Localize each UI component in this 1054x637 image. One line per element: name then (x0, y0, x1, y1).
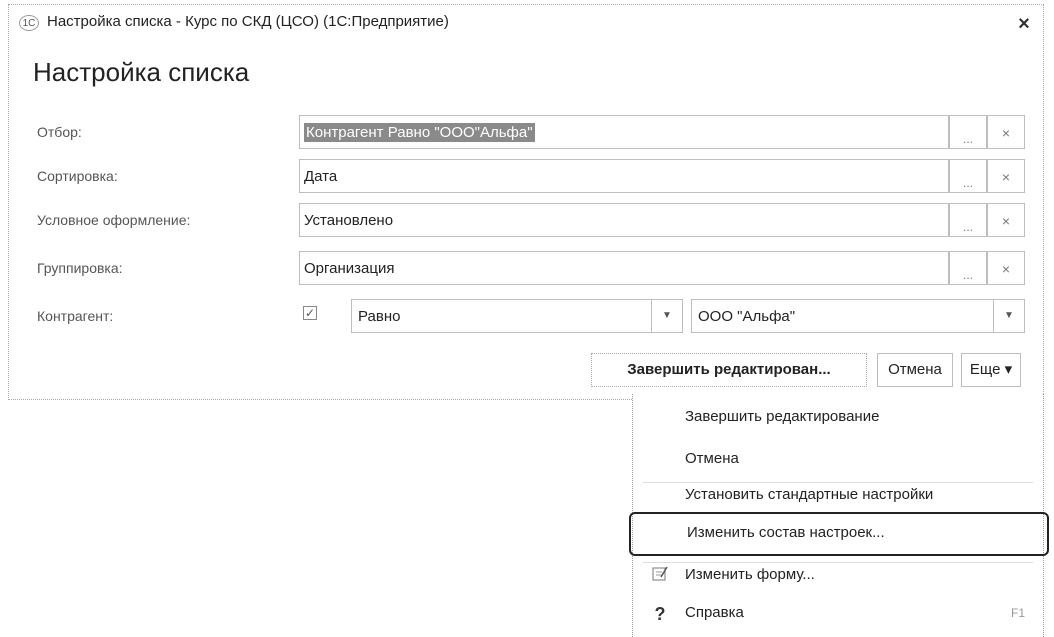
conditional-format-label: Условное оформление: (37, 212, 191, 228)
filter-field[interactable]: Контрагент Равно "ООО"Альфа" (299, 115, 949, 149)
conditional-format-select-button[interactable]: ... (949, 203, 987, 237)
menu-item-label: Изменить форму... (685, 566, 815, 583)
app-logo-icon: 1С (19, 15, 39, 31)
counterparty-checkbox[interactable]: ✓ (303, 306, 317, 320)
counterparty-value-select[interactable]: ООО "Альфа" ▼ (691, 299, 1025, 333)
sort-row: Сортировка: Дата ... × (9, 159, 1043, 195)
menu-item-label: Отмена (685, 450, 739, 467)
page-title: Настройка списка (33, 57, 250, 87)
menu-item-help[interactable]: ? Справка F1 (633, 594, 1043, 634)
close-button[interactable]: × (1013, 13, 1035, 35)
help-icon: ? (654, 604, 666, 624)
more-button[interactable]: Еще ▾ (961, 353, 1021, 387)
grouping-row: Группировка: Организация ... × (9, 251, 1043, 287)
comparison-value: Равно (358, 308, 401, 325)
menu-item-label: Изменить состав настроек... (687, 524, 885, 541)
filter-value: Контрагент Равно "ООО"Альфа" (304, 123, 535, 142)
form-edit-icon (649, 565, 671, 587)
menu-item-label: Установить стандартные настройки (685, 486, 934, 503)
cancel-button[interactable]: Отмена (877, 353, 953, 387)
filter-label: Отбор: (37, 124, 82, 140)
conditional-format-clear-button[interactable]: × (987, 203, 1025, 237)
menu-item-restore-defaults[interactable]: Установить стандартные настройки (633, 476, 1043, 516)
chevron-down-icon[interactable]: ▼ (993, 300, 1024, 332)
counterparty-value: ООО "Альфа" (698, 308, 796, 325)
shortcut-hint: F1 (1010, 606, 1025, 620)
more-menu: Завершить редактирование Отмена Установи… (629, 394, 1049, 637)
conditional-format-row: Условное оформление: Установлено ... × (9, 203, 1043, 239)
sort-label: Сортировка: (37, 168, 118, 184)
finish-editing-button[interactable]: Завершить редактирован... (591, 353, 867, 387)
settings-dialog: 1С Настройка списка - Курс по СКД (ЦСО) … (8, 4, 1044, 400)
grouping-select-button[interactable]: ... (949, 251, 987, 285)
action-bar: Завершить редактирован... Отмена Еще ▾ (9, 353, 1043, 393)
menu-item-finish-editing[interactable]: Завершить редактирование (633, 398, 1043, 438)
filter-select-button[interactable]: ... (949, 115, 987, 149)
menu-item-label: Справка (685, 604, 744, 621)
comparison-select[interactable]: Равно ▼ (351, 299, 683, 333)
filter-clear-button[interactable]: × (987, 115, 1025, 149)
menu-item-change-form[interactable]: Изменить форму... (633, 556, 1043, 596)
grouping-label: Группировка: (37, 260, 123, 276)
counterparty-label: Контрагент: (37, 308, 114, 324)
counterparty-row: Контрагент: ✓ Равно ▼ ООО "Альфа" ▼ (9, 299, 1043, 335)
sort-select-button[interactable]: ... (949, 159, 987, 193)
conditional-format-field[interactable]: Установлено (299, 203, 949, 237)
menu-item-label: Завершить редактирование (685, 408, 880, 425)
filter-row: Отбор: Контрагент Равно "ООО"Альфа" ... … (9, 115, 1043, 151)
chevron-down-icon[interactable]: ▼ (651, 300, 682, 332)
menu-item-cancel[interactable]: Отмена (633, 440, 1043, 480)
menu-item-change-settings-composition[interactable]: Изменить состав настроек... (629, 512, 1049, 556)
sort-clear-button[interactable]: × (987, 159, 1025, 193)
window-title: Настройка списка - Курс по СКД (ЦСО) (1С… (47, 13, 449, 30)
grouping-clear-button[interactable]: × (987, 251, 1025, 285)
grouping-field[interactable]: Организация (299, 251, 949, 285)
title-bar: 1С Настройка списка - Курс по СКД (ЦСО) … (9, 5, 1043, 41)
sort-field[interactable]: Дата (299, 159, 949, 193)
